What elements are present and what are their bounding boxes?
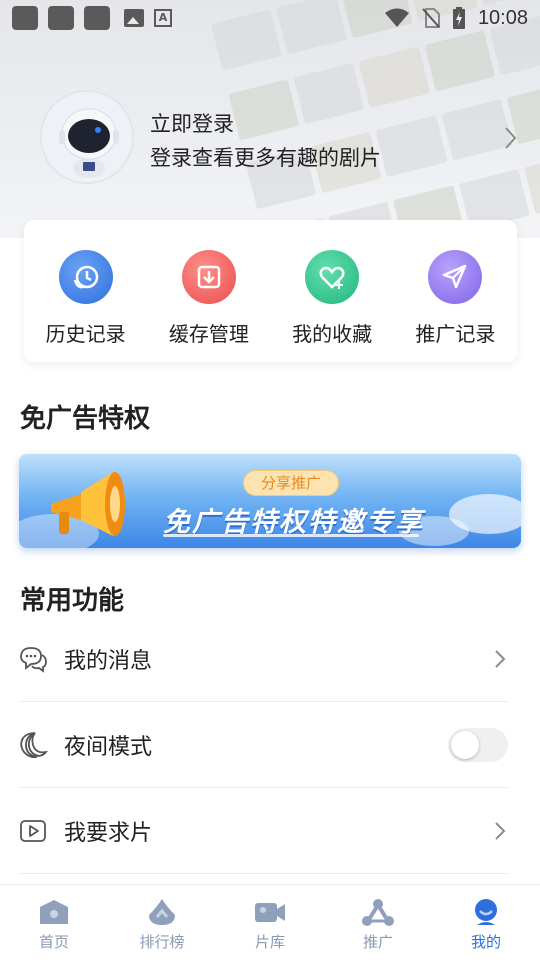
profile-icon: [475, 899, 497, 925]
list-item-request-film[interactable]: 我要求片: [18, 788, 508, 874]
battery-charging-icon: [452, 7, 465, 29]
moon-icon: [18, 730, 48, 760]
font-notification-icon: A: [154, 9, 172, 27]
request-film-label: 我要求片: [64, 820, 153, 846]
history-icon: [58, 250, 113, 304]
play-box-icon: [18, 816, 48, 846]
ad-free-banner[interactable]: 分享推广 免广告特权特邀专享: [19, 454, 521, 548]
bottom-nav: 首页 排行榜 片库 推广 我的: [0, 884, 540, 960]
common-functions-title: 常用功能: [20, 586, 125, 616]
avatar[interactable]: [40, 90, 134, 184]
ranking-icon: [149, 899, 175, 925]
my-favorites-label: 我的收藏: [292, 322, 373, 346]
my-messages-label: 我的消息: [64, 648, 153, 674]
tab-library-label: 片库: [254, 933, 285, 951]
tab-mine-label: 我的: [470, 933, 501, 951]
my-favorites-button[interactable]: 我的收藏: [277, 250, 387, 362]
notification-icon: [48, 6, 74, 30]
send-icon: [428, 250, 483, 304]
toggle-knob: [451, 730, 479, 759]
chevron-right-icon: [495, 649, 506, 668]
ad-free-section-title: 免广告特权: [20, 404, 151, 434]
history-record-label: 历史记录: [45, 322, 126, 346]
tab-promotion-label: 推广: [362, 933, 393, 951]
video-camera-icon: [255, 903, 285, 922]
wifi-icon: [384, 8, 409, 27]
night-mode-label: 夜间模式: [64, 734, 153, 760]
chevron-right-icon[interactable]: [500, 124, 520, 152]
heart-icon: [305, 250, 360, 304]
astronaut-avatar-icon: [42, 92, 132, 182]
list-item-my-messages[interactable]: 我的消息: [18, 616, 508, 702]
chevron-right-icon: [495, 821, 506, 840]
tab-mine[interactable]: 我的: [432, 885, 540, 960]
promotion-record-label: 推广记录: [415, 322, 496, 346]
night-mode-toggle[interactable]: [448, 727, 508, 762]
status-bar: A 10:08: [0, 0, 540, 36]
banner-underline: [163, 534, 419, 537]
quick-actions-card: 历史记录 缓存管理 我的收藏 推广记录: [24, 220, 517, 362]
notification-icon: [84, 6, 110, 30]
tab-library[interactable]: 片库: [216, 885, 324, 960]
status-time: 10:08: [477, 6, 528, 29]
login-subtitle[interactable]: 登录查看更多有趣的剧片: [150, 142, 381, 172]
promotion-record-button[interactable]: 推广记录: [400, 250, 510, 362]
no-sim-icon: [422, 8, 440, 28]
cache-manage-label: 缓存管理: [168, 322, 249, 346]
notification-icon: [12, 6, 38, 30]
list-item-night-mode: 夜间模式: [18, 702, 508, 788]
share-promotion-tag: 分享推广: [243, 470, 339, 496]
image-notification-icon: [124, 9, 144, 27]
cache-manage-button[interactable]: 缓存管理: [154, 250, 264, 362]
share-network-icon: [362, 899, 394, 926]
megaphone-icon: [51, 472, 125, 536]
login-title[interactable]: 立即登录: [150, 108, 234, 138]
chat-bubbles-icon: [18, 644, 48, 674]
tab-home[interactable]: 首页: [0, 885, 108, 960]
tab-promotion[interactable]: 推广: [324, 885, 432, 960]
download-icon: [181, 250, 236, 304]
history-record-button[interactable]: 历史记录: [31, 250, 141, 362]
tab-home-label: 首页: [38, 933, 69, 951]
tab-ranking-label: 排行榜: [139, 933, 185, 951]
home-icon: [40, 900, 68, 924]
tab-ranking[interactable]: 排行榜: [108, 885, 216, 960]
